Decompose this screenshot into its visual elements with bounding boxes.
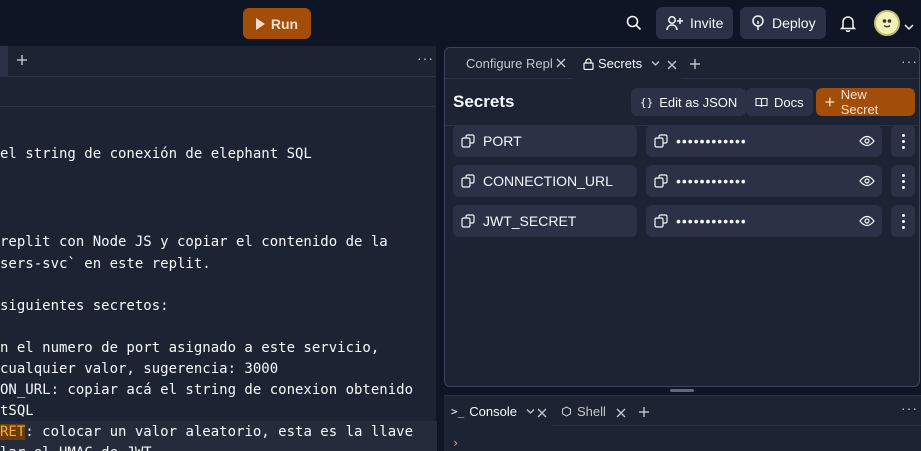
invite-button[interactable]: Invite — [656, 7, 734, 39]
add-tab-icon[interactable] — [689, 57, 701, 75]
code-highlight-token: RET — [0, 424, 26, 440]
invite-label: Invite — [690, 15, 724, 31]
editor-breadcrumb — [0, 77, 436, 107]
editor-tab-bar: ··· — [0, 46, 436, 77]
secret-row: PORT •••••••••••• — [453, 125, 915, 157]
secret-key-field[interactable]: JWT_SECRET — [453, 205, 637, 237]
copy-icon[interactable] — [654, 174, 668, 188]
kebab-menu-icon[interactable] — [891, 205, 915, 237]
code-line: replit con Node JS y copiar el contenido… — [0, 234, 388, 250]
secret-key: PORT — [483, 133, 522, 149]
code-line: tSQL — [0, 403, 34, 419]
secrets-tab-bar: Configure Repl Secrets ··· — [445, 48, 919, 79]
secret-value-masked: •••••••••••• — [676, 133, 747, 149]
secret-value-field[interactable]: •••••••••••• — [646, 205, 882, 237]
code-line: sers-svc` en este replit. — [0, 256, 211, 272]
docs-label: Docs — [774, 94, 804, 110]
editor-tab-edge[interactable] — [0, 46, 8, 77]
secret-value-field[interactable]: •••••••••••• — [646, 165, 882, 197]
book-icon — [755, 97, 768, 107]
deploy-label: Deploy — [772, 15, 816, 31]
search-icon[interactable] — [624, 13, 644, 33]
secret-row: JWT_SECRET •••••••••••• — [453, 205, 915, 237]
add-tab-icon[interactable] — [638, 405, 650, 423]
run-label: Run — [270, 15, 299, 32]
eye-icon[interactable] — [859, 135, 875, 147]
new-secret-label: New Secret — [840, 87, 879, 117]
copy-icon[interactable] — [461, 214, 475, 228]
copy-icon[interactable] — [654, 214, 668, 228]
docs-button[interactable]: Docs — [746, 88, 813, 116]
secret-key-field[interactable]: PORT — [453, 125, 637, 157]
editor-more-icon[interactable]: ··· — [417, 50, 434, 66]
tab-configure-repl[interactable]: Configure Repl — [445, 48, 571, 79]
eye-icon[interactable] — [859, 175, 875, 187]
invite-icon — [666, 16, 683, 31]
edit-as-json-label: Edit as JSON — [659, 94, 738, 110]
secret-key-field[interactable]: CONNECTION_URL — [453, 165, 637, 197]
editor-divider[interactable] — [437, 46, 443, 451]
code-line: el string de conexión de elephant SQL — [0, 146, 312, 162]
close-icon[interactable] — [667, 58, 677, 73]
console-panel: >_ Console Shell ··· › — [444, 395, 921, 451]
close-icon[interactable] — [537, 406, 547, 421]
braces-icon: {} — [640, 95, 654, 109]
tab-shell[interactable]: Shell — [554, 396, 634, 426]
tab-console[interactable]: >_ Console — [444, 396, 552, 426]
console-tab-bar: >_ Console Shell ··· — [444, 396, 921, 426]
secret-value-field[interactable]: •••••••••••• — [646, 125, 882, 157]
code-line: lar el HMAC de JWT — [0, 443, 152, 451]
kebab-menu-icon[interactable] — [891, 125, 915, 157]
code-line-rest: : colocar un valor aleatorio, esta es la… — [25, 424, 414, 440]
top-bar: Run Invite Deploy — [0, 0, 921, 46]
bell-icon[interactable] — [838, 13, 858, 33]
close-icon[interactable] — [556, 56, 566, 71]
code-line: n el numero de port asignado a este serv… — [0, 340, 380, 356]
eye-icon[interactable] — [859, 215, 875, 227]
edit-as-json-button[interactable]: {} Edit as JSON — [631, 88, 747, 116]
code-line: siguientes secretos: — [0, 298, 169, 314]
tab-secrets[interactable]: Secrets — [573, 48, 681, 79]
plus-icon — [825, 97, 835, 107]
chevron-down-icon[interactable] — [904, 18, 914, 36]
chevron-down-icon[interactable] — [526, 408, 535, 415]
code-line: cualquier valor, sugerencia: 3000 — [0, 361, 279, 377]
add-tab-icon[interactable] — [16, 53, 28, 71]
kebab-menu-icon[interactable] — [891, 165, 915, 197]
lock-icon — [583, 57, 594, 70]
secret-value-masked: •••••••••••• — [676, 213, 747, 229]
deploy-button[interactable]: Deploy — [740, 7, 826, 39]
console-more-icon[interactable]: ··· — [901, 400, 918, 416]
secret-value-masked: •••••••••••• — [676, 173, 747, 189]
tab-label: Console — [469, 403, 517, 419]
panel-resize-handle[interactable] — [670, 389, 694, 392]
chevron-down-icon[interactable] — [651, 60, 660, 67]
secrets-title: Secrets — [453, 92, 515, 111]
secrets-panel: Configure Repl Secrets ··· Secrets {} Ed… — [444, 47, 920, 387]
copy-icon[interactable] — [654, 134, 668, 148]
secret-row: CONNECTION_URL •••••••••••• — [453, 165, 915, 197]
copy-icon[interactable] — [461, 134, 475, 148]
code-line: ON_URL: copiar acá el string de conexion… — [0, 382, 414, 398]
avatar[interactable] — [874, 10, 900, 36]
secret-key: CONNECTION_URL — [483, 173, 613, 189]
code-line: RET: colocar un valor aleatorio, esta es… — [0, 422, 413, 443]
tab-label: Configure Repl — [466, 56, 553, 71]
run-button[interactable]: Run — [243, 8, 311, 39]
new-secret-button[interactable]: New Secret — [816, 87, 915, 117]
tab-label: Secrets — [598, 56, 643, 71]
play-icon — [255, 17, 265, 30]
tab-label: Shell — [577, 403, 606, 419]
deploy-icon — [752, 15, 764, 30]
shell-icon — [561, 405, 572, 417]
terminal-icon: >_ — [451, 404, 465, 418]
close-icon[interactable] — [616, 406, 626, 421]
copy-icon[interactable] — [461, 174, 475, 188]
panel-more-icon[interactable]: ··· — [901, 53, 918, 69]
secret-key: JWT_SECRET — [483, 213, 577, 229]
console-prompt[interactable]: › — [452, 436, 459, 450]
